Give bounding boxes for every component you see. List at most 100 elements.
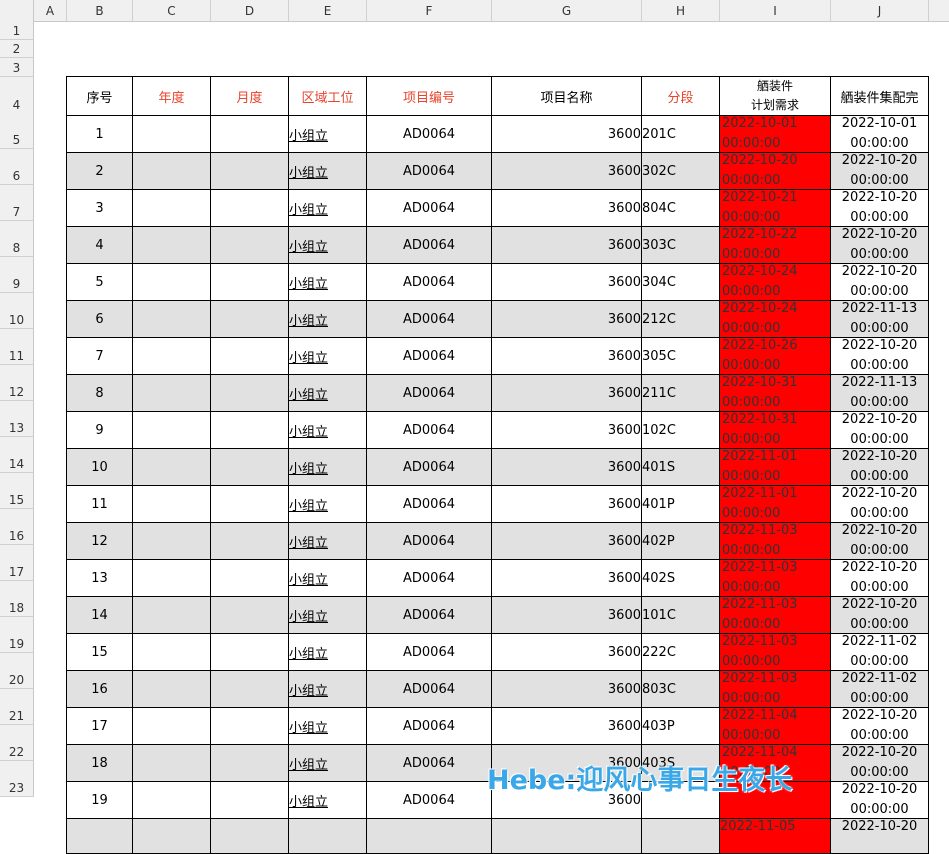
cell-project-code[interactable]: AD0064 [366,522,492,560]
cell-area[interactable]: 小组立 [288,152,367,190]
cell-plan[interactable]: 2022-11-03 00:00:00 [719,596,831,634]
cell-done[interactable]: 2022-10-20 00:00:00 [830,411,929,449]
cell-month[interactable] [210,744,289,782]
cell-month[interactable] [210,263,289,301]
select-all-corner[interactable] [0,0,34,21]
column-header-a[interactable]: A [34,0,67,21]
row-header-6[interactable]: 6 [0,149,34,185]
cell-segment[interactable]: 401S [641,448,720,486]
header-seq[interactable]: 序号 [66,76,133,116]
cell-plan[interactable]: 2022-11-01 00:00:00 [719,485,831,523]
cell-project-code[interactable]: AD0064 [366,781,492,819]
cell-year[interactable] [132,485,211,523]
cell-plan[interactable]: 2022-10-24 00:00:00 [719,263,831,301]
cell-plan[interactable]: 2022-10-22 00:00:00 [719,226,831,264]
cell-year[interactable] [132,596,211,634]
row-header-20[interactable]: 20 [0,653,34,689]
cell-area[interactable]: 小组立 [288,374,367,412]
cell-year[interactable] [132,226,211,264]
cell-project-name[interactable]: 3600 [491,559,642,597]
column-header-f[interactable]: F [367,0,492,21]
cell-done[interactable]: 2022-10-20 00:00:00 [830,337,929,375]
cell-done[interactable]: 2022-10-20 [830,818,929,854]
column-header-g[interactable]: G [492,0,642,21]
cell-area[interactable]: 小组立 [288,115,367,153]
header-plan[interactable]: 舾装件 计划需求 [719,76,831,116]
cell-seq[interactable]: 13 [66,559,133,597]
row-header-23[interactable]: 23 [0,761,34,797]
row-header-4[interactable]: 4 [0,77,34,114]
cell-project-code[interactable]: AD0064 [366,152,492,190]
cell-segment[interactable]: 402P [641,522,720,560]
header-project-name[interactable]: 项目名称 [491,76,642,116]
cell-project-name[interactable]: 3600 [491,189,642,227]
cell-segment[interactable]: 201C [641,115,720,153]
cell-month[interactable] [210,559,289,597]
cell-seq[interactable]: 19 [66,781,133,819]
cell-month[interactable] [210,633,289,671]
sheet-grid[interactable]: 序号 年度 月度 区域工位 项目编号 项目名称 分段 舾装件 计划需求 舾装件集… [34,21,949,854]
cell-area[interactable]: 小组立 [288,300,367,338]
cell-seq[interactable]: 5 [66,263,133,301]
cell-area[interactable]: 小组立 [288,633,367,671]
cell-area[interactable]: 小组立 [288,485,367,523]
cell-plan[interactable]: 2022-11-03 00:00:00 [719,670,831,708]
cell-seq[interactable]: 1 [66,115,133,153]
cell-month[interactable] [210,374,289,412]
cell-seq[interactable]: 15 [66,633,133,671]
cell-project-name[interactable]: 3600 [491,448,642,486]
cell-month[interactable] [210,485,289,523]
header-done[interactable]: 舾装件集配完 [830,76,929,116]
cell-area[interactable]: 小组立 [288,707,367,745]
cell-project-name[interactable]: 3600 [491,485,642,523]
header-area[interactable]: 区域工位 [288,76,367,116]
cell-project-code[interactable]: AD0064 [366,596,492,634]
cell-project-name[interactable]: 3600 [491,337,642,375]
cell-seq[interactable]: 11 [66,485,133,523]
cell-project-name[interactable]: 3600 [491,670,642,708]
column-header-e[interactable]: E [289,0,367,21]
cell-project-code[interactable]: AD0064 [366,744,492,782]
cell-done[interactable]: 2022-10-20 00:00:00 [830,189,929,227]
cell-year[interactable] [132,263,211,301]
cell-year[interactable] [132,707,211,745]
cell-project-code[interactable]: AD0064 [366,670,492,708]
cell-project-code[interactable]: AD0064 [366,300,492,338]
cell-project-name[interactable]: 3600 [491,300,642,338]
cell-month[interactable] [210,670,289,708]
cell-project-name[interactable]: 3600 [491,263,642,301]
row-header-1[interactable]: 1 [0,21,34,40]
cell-project-code[interactable]: AD0064 [366,189,492,227]
cell-year[interactable] [132,670,211,708]
cell-year[interactable] [132,115,211,153]
cell-year[interactable] [132,337,211,375]
row-header-15[interactable]: 15 [0,473,34,509]
cell-month[interactable] [210,781,289,819]
cell-plan[interactable]: 2022-10-24 00:00:00 [719,300,831,338]
cell-seq[interactable]: 18 [66,744,133,782]
row-header-22[interactable]: 22 [0,725,34,761]
cell-seq[interactable]: 8 [66,374,133,412]
row-header-18[interactable]: 18 [0,581,34,617]
cell-segment[interactable]: 803C [641,670,720,708]
cell-year[interactable] [132,633,211,671]
column-header-d[interactable]: D [211,0,289,21]
cell-seq[interactable]: 14 [66,596,133,634]
cell-plan[interactable]: 2022-10-31 00:00:00 [719,374,831,412]
cell-project-code[interactable]: AD0064 [366,448,492,486]
cell-seq[interactable]: 16 [66,670,133,708]
cell-plan[interactable]: 2022-10-31 00:00:00 [719,411,831,449]
cell-area[interactable]: 小组立 [288,448,367,486]
row-header-11[interactable]: 11 [0,329,34,365]
row-header-12[interactable]: 12 [0,365,34,401]
cell-seq[interactable]: 10 [66,448,133,486]
cell-area[interactable]: 小组立 [288,781,367,819]
cell-area[interactable]: 小组立 [288,559,367,597]
cell-done[interactable]: 2022-10-20 00:00:00 [830,559,929,597]
cell-segment[interactable]: 212C [641,300,720,338]
cell-year[interactable] [132,374,211,412]
cell-segment[interactable]: 101C [641,596,720,634]
cell-year[interactable] [132,189,211,227]
cell-done[interactable]: 2022-11-02 00:00:00 [830,670,929,708]
cell-project-name[interactable]: 3600 [491,522,642,560]
